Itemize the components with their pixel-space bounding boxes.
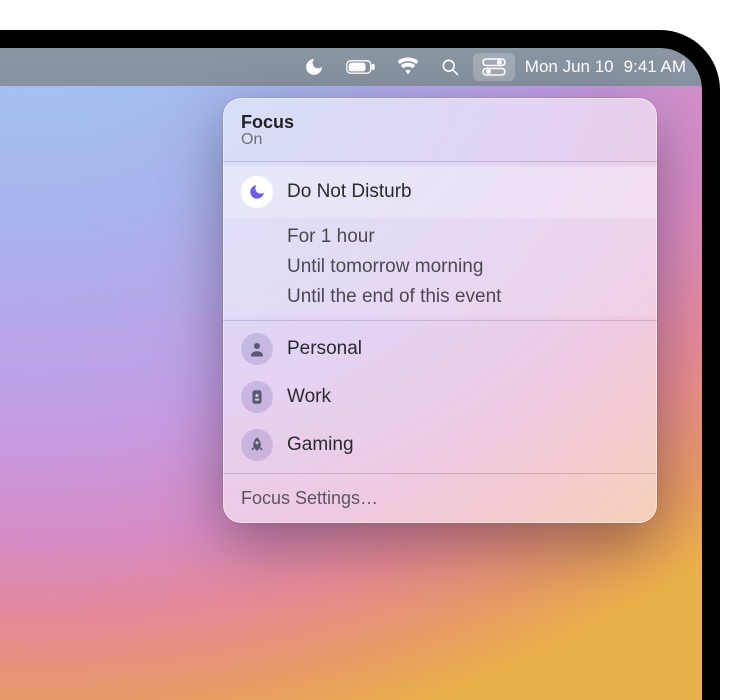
focus-mode-personal[interactable]: Personal: [223, 325, 657, 373]
do-not-disturb-label: Do Not Disturb: [287, 181, 412, 203]
menubar-focus-status-icon[interactable]: [295, 53, 333, 81]
focus-menu-panel: Focus On Do Not Disturb For 1 hour Until…: [223, 98, 657, 523]
menubar: Mon Jun 10 9:41 AM: [0, 48, 702, 86]
badge-icon: [241, 381, 273, 413]
focus-duration-option[interactable]: For 1 hour: [223, 222, 657, 252]
focus-mode-do-not-disturb[interactable]: Do Not Disturb: [223, 166, 657, 218]
focus-mode-label: Gaming: [287, 434, 354, 456]
focus-mode-label: Work: [287, 386, 331, 408]
divider: [223, 161, 657, 162]
focus-duration-option[interactable]: Until tomorrow morning: [223, 252, 657, 282]
desktop-wallpaper: Mon Jun 10 9:41 AM Focus On Do Not Distu…: [0, 48, 702, 700]
person-icon: [241, 333, 273, 365]
menubar-datetime[interactable]: Mon Jun 10 9:41 AM: [519, 57, 688, 77]
focus-mode-work[interactable]: Work: [223, 373, 657, 421]
focus-settings-link[interactable]: Focus Settings…: [223, 478, 657, 513]
divider: [223, 320, 657, 321]
wifi-icon: [398, 57, 418, 77]
divider: [223, 473, 657, 474]
focus-mode-gaming[interactable]: Gaming: [223, 421, 657, 469]
rocket-icon: [241, 429, 273, 461]
search-icon: [440, 57, 460, 77]
focus-mode-label: Personal: [287, 338, 362, 360]
menubar-wifi[interactable]: [389, 53, 427, 81]
moon-icon: [241, 176, 273, 208]
moon-icon: [304, 57, 324, 77]
menubar-date: Mon Jun 10: [525, 57, 614, 77]
focus-title: Focus: [241, 112, 639, 133]
battery-icon: [346, 57, 376, 77]
menubar-time: 9:41 AM: [624, 57, 686, 77]
menubar-control-center[interactable]: [473, 53, 515, 81]
focus-status: On: [241, 131, 639, 149]
menubar-battery[interactable]: [337, 53, 385, 81]
menubar-spotlight[interactable]: [431, 53, 469, 81]
focus-duration-option[interactable]: Until the end of this event: [223, 282, 657, 312]
control-center-icon: [482, 57, 506, 77]
